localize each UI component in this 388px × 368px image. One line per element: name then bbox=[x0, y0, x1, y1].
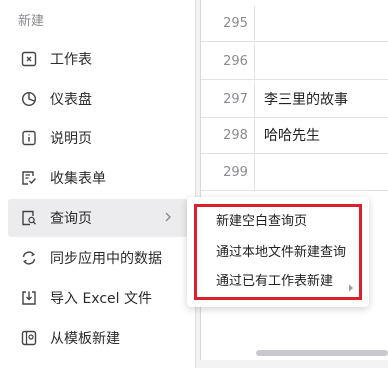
table-row[interactable]: 295 bbox=[201, 6, 388, 42]
menu-item-dashboard[interactable]: 仪表盘 bbox=[8, 80, 188, 118]
import-icon bbox=[20, 289, 38, 307]
menu-item-sync-data[interactable]: 同步应用中的数据 bbox=[8, 239, 188, 277]
row-number: 297 bbox=[217, 82, 255, 118]
new-menu-panel: 新建 工作表 仪表盘 说明页 收集表单 查询页 同步应用中的数据 导入 Exce… bbox=[0, 0, 196, 368]
menu-item-query-page[interactable]: 查询页 bbox=[8, 199, 188, 237]
chevron-right-icon bbox=[162, 210, 174, 224]
menu-item-label: 仪表盘 bbox=[50, 92, 92, 108]
menu-item-form[interactable]: 收集表单 bbox=[8, 159, 188, 197]
worksheet-icon bbox=[20, 50, 38, 68]
query-page-icon bbox=[20, 209, 38, 227]
template-icon bbox=[20, 329, 38, 347]
sync-icon bbox=[20, 249, 38, 267]
dashboard-icon bbox=[20, 90, 38, 108]
row-number: 295 bbox=[217, 6, 255, 42]
submenu-item-blank-query[interactable]: 新建空白查询页 bbox=[216, 210, 307, 234]
menu-item-label: 工作表 bbox=[50, 52, 92, 68]
menu-item-import-excel[interactable]: 导入 Excel 文件 bbox=[8, 279, 188, 317]
table-row[interactable]: 299 bbox=[201, 155, 388, 191]
menu-item-label: 查询页 bbox=[50, 211, 92, 227]
table-cell[interactable]: 李三里的故事 bbox=[264, 82, 348, 118]
table-row[interactable]: 298 哈哈先生 bbox=[201, 118, 388, 154]
menu-item-label: 说明页 bbox=[50, 131, 92, 147]
row-number: 299 bbox=[217, 155, 255, 191]
form-icon bbox=[20, 169, 38, 187]
submenu-item-existing-sheet[interactable]: 通过已有工作表新建 bbox=[216, 270, 333, 294]
app-root: 295 296 297 李三里的故事 298 哈哈先生 299 新建 工作表 仪… bbox=[0, 0, 388, 368]
section-title: 新建 bbox=[18, 14, 45, 29]
row-number: 296 bbox=[217, 44, 255, 80]
menu-item-label: 导入 Excel 文件 bbox=[50, 291, 152, 307]
menu-item-label: 从模板新建 bbox=[50, 331, 120, 347]
table-row[interactable]: 296 bbox=[201, 44, 388, 80]
horizontal-scrollbar[interactable] bbox=[256, 350, 388, 356]
caret-right-icon bbox=[348, 277, 354, 292]
menu-item-worksheet[interactable]: 工作表 bbox=[8, 40, 188, 78]
description-page-icon bbox=[20, 129, 38, 147]
menu-item-label: 同步应用中的数据 bbox=[50, 251, 162, 267]
row-number: 298 bbox=[217, 118, 255, 154]
menu-item-description-page[interactable]: 说明页 bbox=[8, 119, 188, 157]
menu-item-label: 收集表单 bbox=[50, 171, 106, 187]
table-row[interactable]: 297 李三里的故事 bbox=[201, 82, 388, 118]
submenu-item-local-file-query[interactable]: 通过本地文件新建查询 bbox=[216, 241, 346, 265]
table-cell[interactable]: 哈哈先生 bbox=[264, 118, 320, 154]
menu-item-from-template[interactable]: 从模板新建 bbox=[8, 319, 188, 357]
